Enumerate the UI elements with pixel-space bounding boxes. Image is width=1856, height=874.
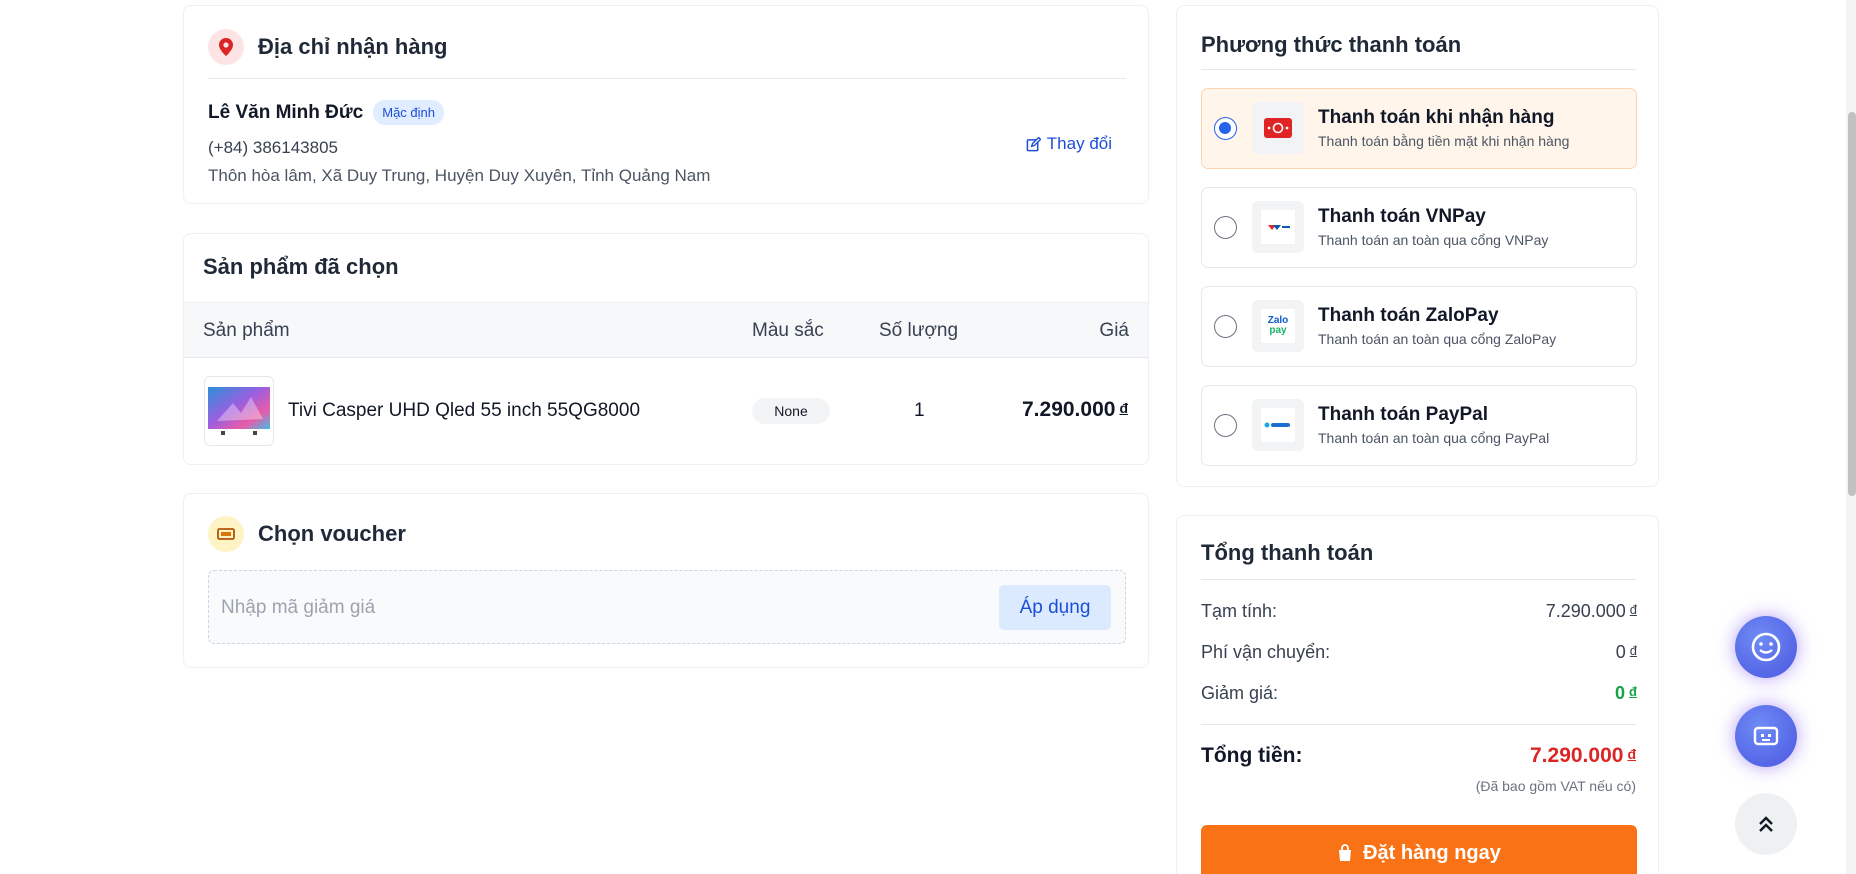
- grand-total-label: Tổng tiền:: [1201, 744, 1303, 767]
- radio-unselected[interactable]: [1214, 414, 1237, 437]
- voucher-box: Áp dụng: [208, 570, 1126, 644]
- paypal-logo: [1252, 399, 1304, 451]
- shipping-label: Phí vận chuyển:: [1201, 642, 1331, 662]
- map-pin-icon: [208, 29, 244, 65]
- recipient-address: Thôn hòa lâm, Xã Duy Trung, Huyện Duy Xu…: [208, 166, 711, 185]
- subtotal-label: Tạm tính:: [1201, 601, 1278, 621]
- chat-button[interactable]: [1735, 616, 1797, 678]
- column-color: Màu sắc: [752, 320, 824, 341]
- voucher-header: Chọn voucher: [208, 516, 406, 552]
- chat-bubble-icon: [1751, 632, 1781, 662]
- product-quantity: 1: [914, 400, 925, 421]
- product-name: Tivi Casper UHD Qled 55 inch 55QG8000: [288, 400, 641, 421]
- payment-method-card: Phương thức thanh toán Thanh toán khi nh…: [1176, 5, 1659, 487]
- products-table-header: Sản phẩm Màu sắc Số lượng Giá: [184, 302, 1148, 358]
- radio-unselected[interactable]: [1214, 216, 1237, 239]
- shopping-bag-icon: [1339, 844, 1352, 861]
- payment-option-vnpay[interactable]: Thanh toán VNPay Thanh toán an toàn qua …: [1201, 187, 1637, 268]
- discount-label: Giảm giá:: [1201, 683, 1279, 703]
- voucher-code-input[interactable]: [221, 590, 981, 626]
- payment-option-paypal[interactable]: Thanh toán PayPal Thanh toán an toàn qua…: [1201, 385, 1637, 466]
- product-color-pill: None: [752, 398, 830, 424]
- payment-option-subtitle: Thanh toán an toàn qua cổng ZaloPay: [1318, 331, 1557, 347]
- currency-symbol: đ: [1119, 400, 1128, 416]
- subtotal-amount: 7.290.000: [1545, 601, 1626, 621]
- chatbot-button[interactable]: [1735, 705, 1797, 767]
- payment-option-cod[interactable]: Thanh toán khi nhận hàng Thanh toán bằng…: [1201, 88, 1637, 169]
- currency-symbol: đ: [1629, 684, 1637, 699]
- divider: [208, 78, 1126, 79]
- scroll-to-top-button[interactable]: [1735, 793, 1797, 855]
- default-badge: Mặc định: [373, 100, 444, 125]
- order-summary-card: Tổng thanh toán Tạm tính: 7.290.000 đ Phí…: [1176, 515, 1659, 874]
- divider: [1201, 724, 1636, 725]
- voucher-card: Chọn voucher Áp dụng: [183, 493, 1149, 668]
- scrollbar-thumb[interactable]: [1848, 112, 1856, 496]
- selected-products-title: Sản phẩm đã chọn: [203, 254, 399, 279]
- column-product: Sản phẩm: [203, 320, 290, 341]
- column-price: Giá: [1099, 320, 1129, 341]
- vnpay-logo: [1252, 201, 1304, 253]
- payment-option-subtitle: Thanh toán bằng tiền mặt khi nhận hàng: [1318, 133, 1570, 149]
- voucher-title: Chọn voucher: [258, 521, 406, 546]
- change-address-label: Thay đổi: [1046, 134, 1112, 153]
- zalopay-logo: Zalo pay: [1252, 300, 1304, 352]
- shipping-amount: 0: [1615, 642, 1626, 662]
- edit-icon: [1026, 136, 1041, 151]
- subtotal-value: 7.290.000 đ: [1546, 601, 1637, 622]
- shipping-address-title: Địa chỉ nhận hàng: [258, 34, 448, 59]
- shipping-address-header: Địa chỉ nhận hàng: [208, 29, 447, 65]
- shipping-value: 0đ: [1616, 642, 1637, 663]
- recipient-row: Lê Văn Minh Đức Mặc định: [208, 100, 444, 125]
- place-order-label: Đặt hàng ngay: [1363, 841, 1501, 864]
- recipient-name: Lê Văn Minh Đức: [208, 101, 364, 123]
- table-row: Tivi Casper UHD Qled 55 inch 55QG8000 No…: [184, 358, 1148, 464]
- radio-selected[interactable]: [1214, 117, 1237, 140]
- discount-amount: 0: [1615, 683, 1626, 703]
- discount-value: 0đ: [1615, 683, 1637, 704]
- product-price-value: 7.290.000: [1022, 398, 1116, 421]
- ticket-icon: [208, 516, 244, 552]
- grand-total-value: 7.290.000 đ: [1530, 744, 1636, 768]
- payment-option-subtitle: Thanh toán an toàn qua cổng PayPal: [1318, 430, 1550, 446]
- shipping-address-card: Địa chỉ nhận hàng Lê Văn Minh Đức Mặc đị…: [183, 5, 1149, 204]
- divider: [1201, 69, 1636, 70]
- payment-option-title: Thanh toán PayPal: [1318, 404, 1488, 425]
- column-quantity: Số lượng: [879, 320, 959, 341]
- radio-unselected[interactable]: [1214, 315, 1237, 338]
- product-thumbnail: [204, 376, 274, 446]
- currency-symbol: đ: [1629, 602, 1637, 617]
- grand-total-amount: 7.290.000: [1530, 744, 1624, 767]
- place-order-button[interactable]: Đặt hàng ngay: [1201, 825, 1637, 874]
- apply-voucher-button[interactable]: Áp dụng: [999, 585, 1111, 630]
- chatbot-icon: [1753, 726, 1779, 746]
- currency-symbol: đ: [1627, 746, 1636, 762]
- payment-method-title: Phương thức thanh toán: [1201, 32, 1462, 57]
- recipient-phone: (+84) 386143805: [208, 138, 338, 157]
- currency-symbol: đ: [1629, 643, 1637, 658]
- product-price: 7.290.000 đ: [1022, 398, 1128, 422]
- change-address-button[interactable]: Thay đổi: [1026, 134, 1112, 154]
- payment-option-title: Thanh toán khi nhận hàng: [1318, 107, 1555, 128]
- payment-option-title: Thanh toán ZaloPay: [1318, 305, 1499, 326]
- payment-option-title: Thanh toán VNPay: [1318, 206, 1486, 227]
- selected-products-card: Sản phẩm đã chọn Sản phẩm Màu sắc Số lượ…: [183, 233, 1149, 465]
- order-summary-title: Tổng thanh toán: [1201, 540, 1374, 565]
- divider: [1201, 579, 1636, 580]
- payment-option-subtitle: Thanh toán an toàn qua cổng VNPay: [1318, 232, 1549, 248]
- vat-note: (Đã bao gồm VAT nếu có): [1475, 778, 1636, 794]
- double-chevron-up-icon: [1759, 816, 1773, 832]
- cash-icon: [1252, 102, 1304, 154]
- payment-option-zalopay[interactable]: Zalo pay Thanh toán ZaloPay Thanh toán a…: [1201, 286, 1637, 367]
